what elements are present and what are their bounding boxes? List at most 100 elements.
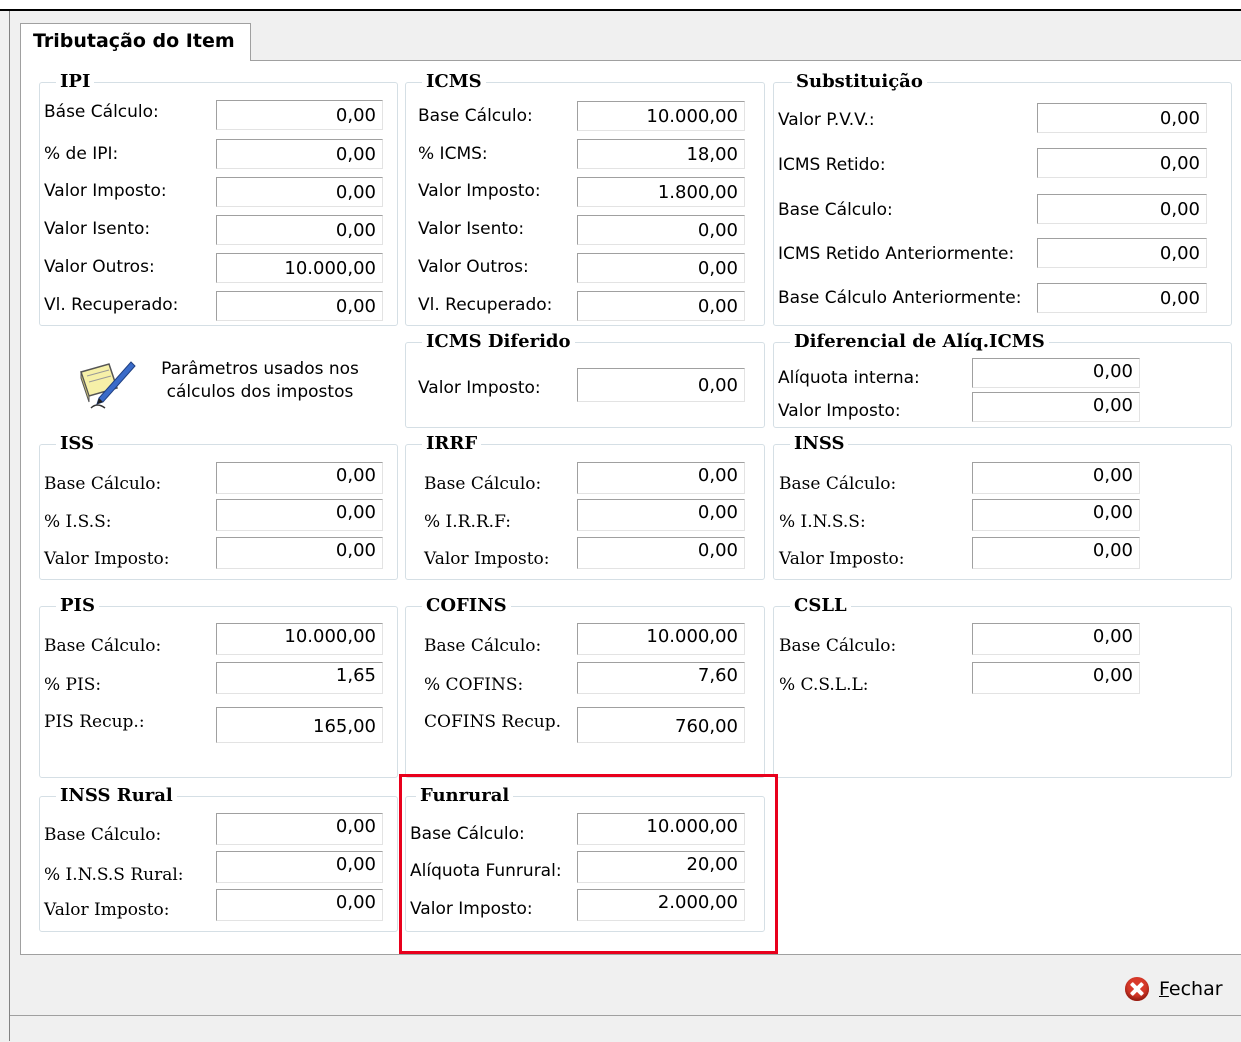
inss-rural-percent-label: % I.N.S.S Rural: (44, 865, 184, 885)
inss-base-label: Base Cálculo: (779, 474, 897, 494)
pis-base-field[interactable]: 10.000,00 (216, 623, 383, 655)
inss-rural-base-field[interactable]: 0,00 (216, 813, 383, 845)
pis-percent-field[interactable]: 1,65 (216, 662, 383, 694)
icms-recuperado-field[interactable]: 0,00 (577, 291, 745, 321)
ipi-base-field[interactable]: 0,00 (216, 100, 383, 130)
icms-base-field[interactable]: 10.000,00 (577, 101, 745, 131)
inss-valor-field[interactable]: 0,00 (972, 537, 1140, 569)
group-title: INSS Rural (56, 785, 177, 807)
csll-percent-field[interactable]: 0,00 (972, 662, 1140, 694)
irrf-base-label: Base Cálculo: (424, 474, 542, 494)
close-button[interactable]: Fechar (1125, 975, 1235, 1003)
dif-aliq-interna-field[interactable]: 0,00 (972, 358, 1140, 388)
csll-base-label: Base Cálculo: (779, 636, 897, 656)
ipi-valor-imposto-label: Valor Imposto: (44, 181, 167, 201)
iss-percent-label: % I.S.S: (44, 512, 112, 532)
group-title: ICMS Diferido (422, 331, 575, 353)
funrural-highlight-box (399, 774, 778, 954)
group-title: COFINS (422, 595, 511, 617)
dif-aliq-interna-label: Alíquota interna: (778, 368, 920, 388)
icms-valor-isento-label: Valor Isento: (418, 219, 525, 239)
icms-valor-isento-field[interactable]: 0,00 (577, 215, 745, 245)
icms-recuperado-label: Vl. Recuperado: (418, 295, 553, 315)
icms-valor-outros-label: Valor Outros: (418, 257, 529, 277)
pis-percent-label: % PIS: (44, 675, 102, 695)
pencil-notepad-icon (80, 361, 136, 409)
group-title: ICMS (422, 71, 486, 93)
cofins-percent-label: % COFINS: (424, 675, 524, 695)
dif-valor-imposto-label: Valor Imposto: (778, 401, 901, 421)
icms-dif-valor-field[interactable]: 0,00 (577, 368, 745, 402)
inss-valor-label: Valor Imposto: (779, 549, 905, 569)
inss-rural-percent-field[interactable]: 0,00 (216, 851, 383, 883)
irrf-percent-label: % I.R.R.F: (424, 512, 512, 532)
pis-base-label: Base Cálculo: (44, 636, 162, 656)
cofins-recup-field[interactable]: 760,00 (577, 707, 745, 743)
tab-tributacao-item[interactable]: Tributação do Item (20, 23, 251, 61)
inss-base-field[interactable]: 0,00 (972, 462, 1140, 494)
group-title: IPI (56, 71, 95, 93)
cofins-recup-label: COFINS Recup. (424, 712, 561, 732)
ipi-valor-isento-field[interactable]: 0,00 (216, 215, 383, 245)
inss-percent-label: % I.N.S.S: (779, 512, 866, 532)
ipi-recuperado-label: Vl. Recuperado: (44, 295, 179, 315)
ipi-valor-outros-field[interactable]: 10.000,00 (216, 253, 383, 283)
ipi-valor-imposto-field[interactable]: 0,00 (216, 177, 383, 207)
ipi-recuperado-field[interactable]: 0,00 (216, 291, 383, 321)
iss-valor-label: Valor Imposto: (44, 549, 170, 569)
group-title: ISS (56, 433, 99, 455)
csll-percent-label: % C.S.L.L: (779, 675, 869, 695)
sub-icms-retido-field[interactable]: 0,00 (1037, 148, 1207, 178)
sub-icms-retido-ant-field[interactable]: 0,00 (1037, 238, 1207, 268)
irrf-base-field[interactable]: 0,00 (577, 462, 745, 494)
close-button-label: Fechar (1159, 978, 1223, 1000)
inss-percent-field[interactable]: 0,00 (972, 499, 1140, 531)
irrf-valor-field[interactable]: 0,00 (577, 537, 745, 569)
irrf-percent-field[interactable]: 0,00 (577, 499, 745, 531)
group-title: IRRF (422, 433, 482, 455)
csll-base-field[interactable]: 0,00 (972, 623, 1140, 655)
status-bar (10, 1015, 1241, 1042)
params-note: Parâmetros usados nos cálculos dos impos… (161, 359, 359, 402)
sub-base-ant-field[interactable]: 0,00 (1037, 283, 1207, 313)
close-icon (1125, 977, 1149, 1001)
button-bar (10, 955, 1241, 1015)
sub-icms-retido-ant-label: ICMS Retido Anteriormente: (778, 244, 1015, 264)
group-title: PIS (56, 595, 99, 617)
iss-valor-field[interactable]: 0,00 (216, 537, 383, 569)
iss-base-field[interactable]: 0,00 (216, 462, 383, 494)
tab-label: Tributação do Item (33, 30, 235, 52)
sub-icms-retido-label: ICMS Retido: (778, 155, 886, 175)
group-title: Substituição (792, 71, 927, 93)
cofins-percent-field[interactable]: 7,60 (577, 662, 745, 694)
cofins-base-label: Base Cálculo: (424, 636, 542, 656)
title-divider (0, 9, 1241, 11)
sub-pvv-label: Valor P.V.V.: (778, 110, 875, 130)
iss-percent-field[interactable]: 0,00 (216, 499, 383, 531)
inss-rural-base-label: Base Cálculo: (44, 825, 162, 845)
ipi-valor-isento-label: Valor Isento: (44, 219, 151, 239)
ipi-percent-label: % de IPI: (44, 144, 119, 164)
icms-valor-outros-field[interactable]: 0,00 (577, 253, 745, 283)
pis-recup-label: PIS Recup.: (44, 712, 145, 732)
pis-recup-field[interactable]: 165,00 (216, 707, 383, 743)
sub-base-field[interactable]: 0,00 (1037, 194, 1207, 224)
icms-dif-valor-label: Valor Imposto: (418, 378, 541, 398)
irrf-valor-label: Valor Imposto: (424, 549, 550, 569)
ipi-percent-field[interactable]: 0,00 (216, 139, 383, 169)
ipi-valor-outros-label: Valor Outros: (44, 257, 155, 277)
cofins-base-field[interactable]: 10.000,00 (577, 623, 745, 655)
icms-percent-label: % ICMS: (418, 144, 488, 164)
group-title: Diferencial de Alíq.ICMS (790, 331, 1049, 353)
inss-rural-valor-label: Valor Imposto: (44, 900, 170, 920)
icms-percent-field[interactable]: 18,00 (577, 139, 745, 169)
icms-valor-imposto-label: Valor Imposto: (418, 181, 541, 201)
sub-pvv-field[interactable]: 0,00 (1037, 103, 1207, 133)
group-title: INSS (790, 433, 849, 455)
ipi-base-label: Báse Cálculo: (44, 102, 159, 122)
inss-rural-valor-field[interactable]: 0,00 (216, 889, 383, 921)
iss-base-label: Base Cálculo: (44, 474, 162, 494)
dif-valor-imposto-field[interactable]: 0,00 (972, 392, 1140, 422)
icms-base-label: Base Cálculo: (418, 106, 533, 126)
icms-valor-imposto-field[interactable]: 1.800,00 (577, 177, 745, 207)
